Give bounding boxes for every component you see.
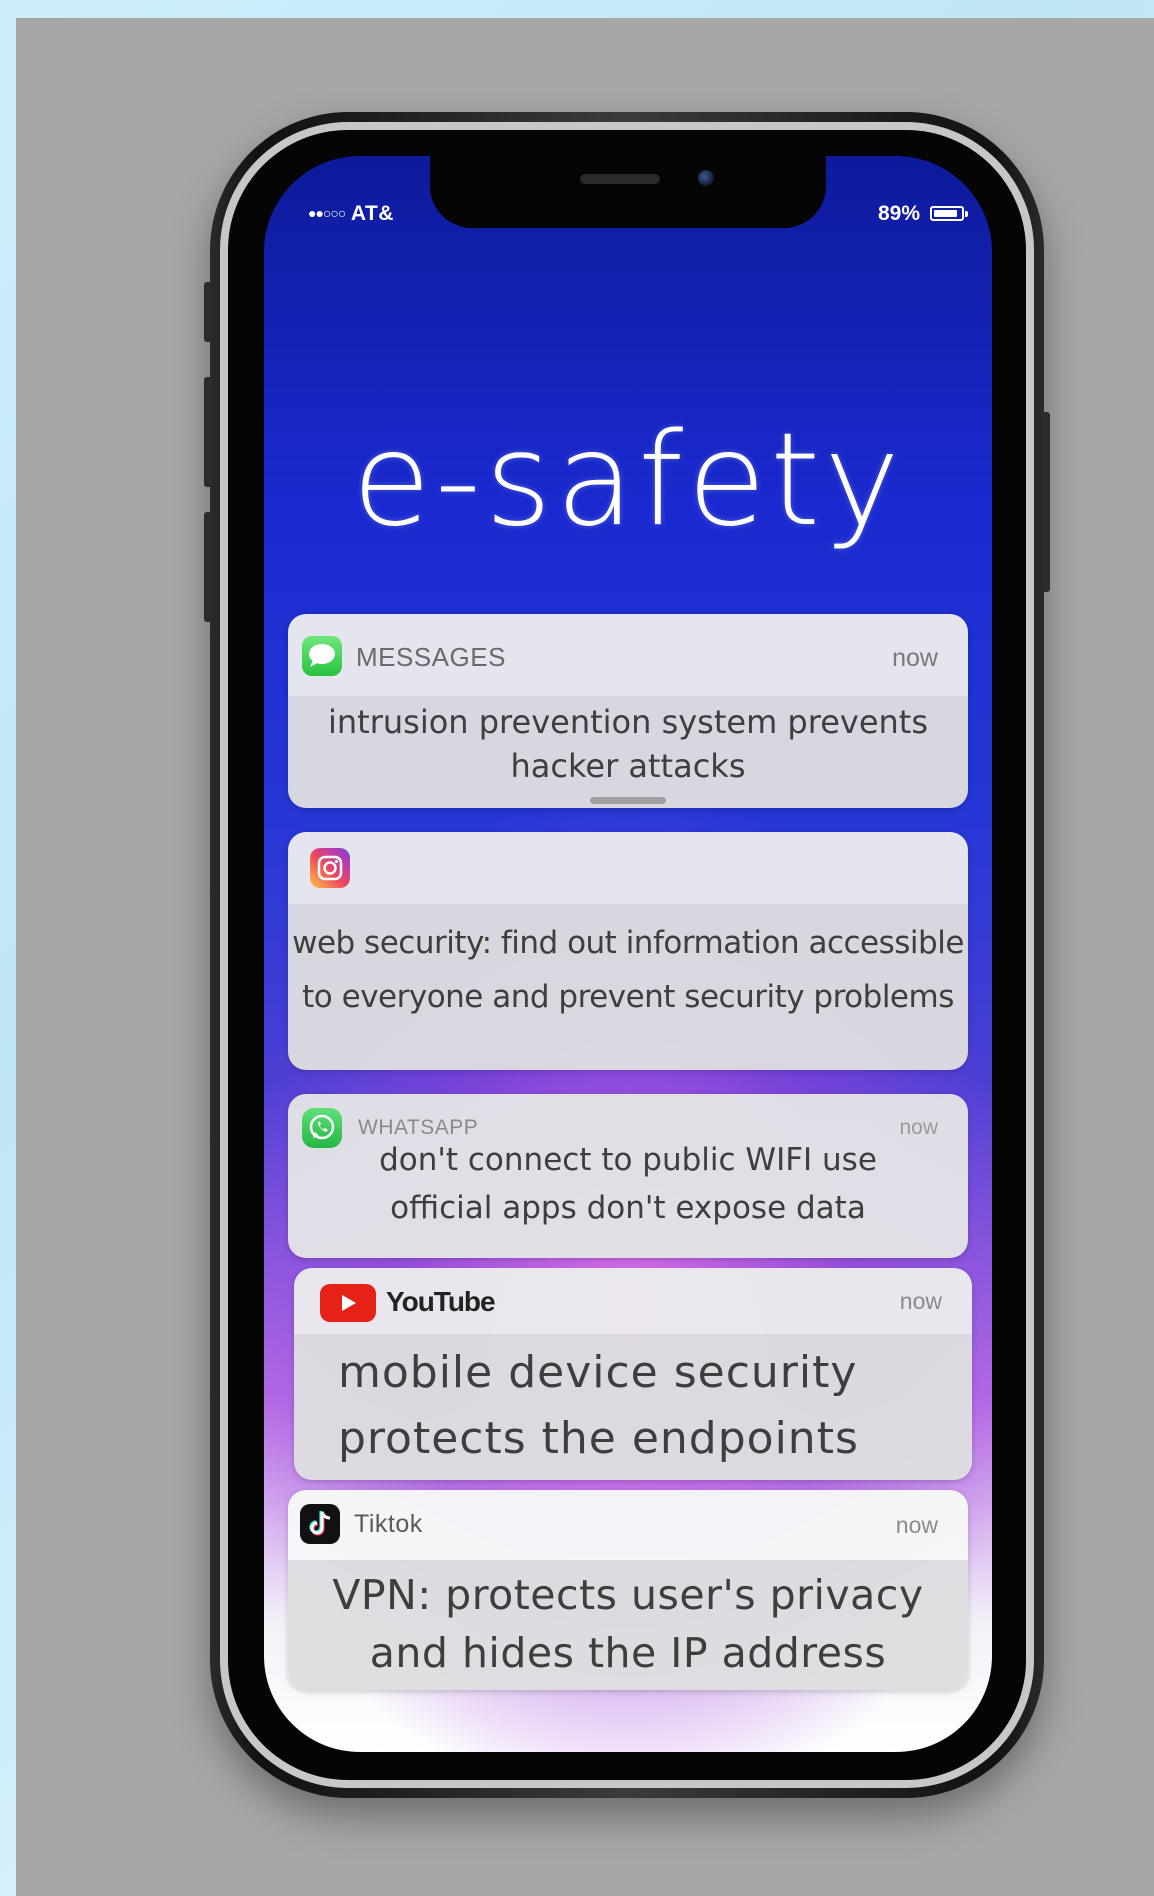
carrier-label: ●●○○○ AT&	[308, 202, 394, 226]
notification-body: don't connect to public WIFI use officia…	[338, 1136, 918, 1232]
notification-body: VPN: protects user's privacy and hides t…	[288, 1560, 968, 1690]
notification-text-line1: don't connect to public WIFI use	[379, 1142, 877, 1178]
notification-text-line2: and hides the IP address	[369, 1629, 887, 1677]
notch	[430, 156, 826, 228]
notification-body: mobile device security protects the endp…	[294, 1334, 972, 1480]
battery-level	[934, 210, 958, 217]
notification-header: YouTube now	[294, 1268, 972, 1334]
signal-strength-icon: ●●○○○	[308, 205, 346, 221]
lock-screen: ●●○○○ AT& 89% e-safety MESSAGES now intr…	[264, 156, 992, 1752]
notification-text-line2: official apps don't expose data	[390, 1190, 866, 1226]
notification-time: now	[899, 1288, 942, 1314]
carrier-name: AT&	[350, 202, 394, 225]
power-button	[1041, 412, 1050, 592]
messages-icon	[302, 636, 342, 676]
notification-text-line1: mobile device security	[338, 1347, 858, 1398]
app-name: Tiktok	[354, 1510, 423, 1538]
instagram-icon	[310, 848, 350, 888]
notification-text-line1: intrusion prevention system prevents	[327, 703, 928, 741]
tiktok-icon	[300, 1504, 340, 1544]
app-name: YouTube	[386, 1286, 496, 1317]
battery-cap	[965, 211, 968, 217]
notification-text-line2: protects the endpoints	[338, 1413, 859, 1464]
notification-header	[288, 832, 968, 904]
notification-youtube[interactable]: YouTube now mobile device security prote…	[294, 1268, 972, 1480]
notification-instagram[interactable]: web security: find out information acces…	[288, 832, 968, 1070]
notification-text-line1: VPN: protects user's privacy	[332, 1571, 924, 1619]
speaker-grille	[580, 174, 660, 184]
battery-icon	[930, 206, 964, 221]
battery-percentage: 89%	[878, 202, 921, 225]
volume-down-button	[204, 512, 213, 622]
notification-header: Tiktok now	[288, 1490, 968, 1560]
notification-text-line2: hacker attacks	[510, 747, 746, 785]
notification-header: WHATSAPP now don't connect to public WIF…	[288, 1094, 968, 1258]
phone-mockup: ●●○○○ AT& 89% e-safety MESSAGES now intr…	[204, 112, 1050, 1798]
front-camera-icon	[698, 170, 714, 186]
notification-text-line1: web security: find out information acces…	[292, 925, 964, 961]
app-name: MESSAGES	[356, 642, 506, 672]
notification-messages[interactable]: MESSAGES now intrusion prevention system…	[288, 614, 968, 808]
notification-whatsapp[interactable]: WHATSAPP now don't connect to public WIF…	[288, 1094, 968, 1258]
mute-switch	[204, 282, 213, 342]
notification-tiktok[interactable]: Tiktok now VPN: protects user's privacy …	[288, 1490, 968, 1690]
youtube-icon	[320, 1284, 376, 1322]
notification-header: MESSAGES now	[288, 614, 968, 696]
notification-body: web security: find out information acces…	[288, 904, 968, 1070]
volume-up-button	[204, 377, 213, 487]
notification-text-line2: to everyone and prevent security problem…	[302, 979, 954, 1015]
notification-time: now	[892, 644, 938, 672]
page-title: e-safety	[352, 406, 904, 555]
grabber-handle[interactable]	[590, 797, 666, 804]
notification-body: intrusion prevention system prevents hac…	[288, 696, 968, 808]
whatsapp-icon	[302, 1108, 342, 1148]
notification-time: now	[895, 1512, 938, 1538]
